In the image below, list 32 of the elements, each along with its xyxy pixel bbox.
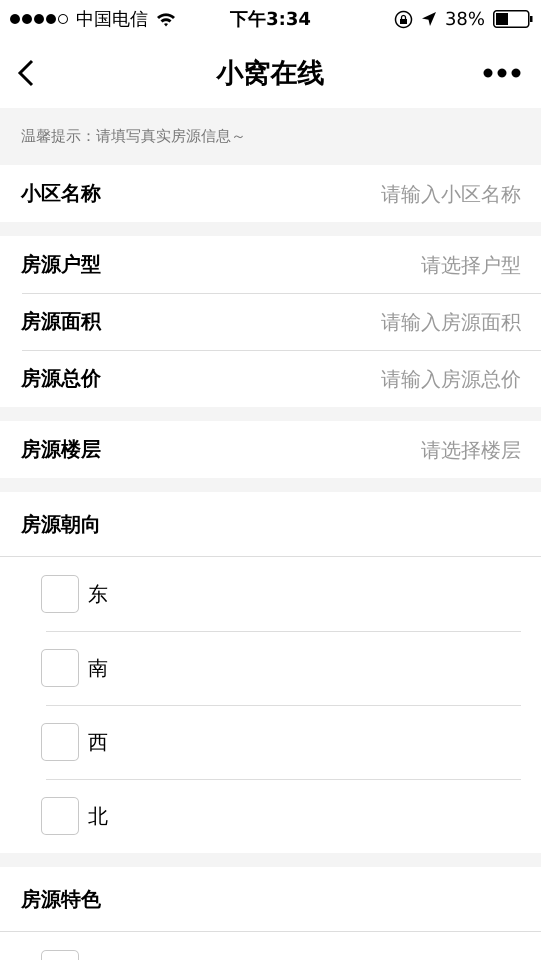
back-icon[interactable] — [18, 59, 34, 87]
signal-icon — [10, 14, 68, 24]
field-label: 房源总价 — [21, 365, 101, 392]
field-label: 房源楼层 — [21, 436, 101, 463]
page-title: 小窝在线 — [216, 57, 324, 91]
field-label: 房源户型 — [21, 251, 101, 278]
input-field[interactable]: 请输入房源总价 — [281, 366, 521, 390]
location-icon — [420, 11, 437, 27]
wifi-icon — [156, 12, 176, 26]
field-label: 房源面积 — [21, 308, 101, 335]
option-label: 北 — [88, 802, 108, 830]
option-label: 西 — [88, 728, 108, 756]
checkbox[interactable] — [41, 797, 79, 835]
tip-text: 温馨提示：请填写真实房源信息～ — [21, 127, 246, 146]
input-field[interactable]: 请输入小区名称 — [281, 182, 521, 206]
checkbox[interactable] — [41, 575, 79, 613]
battery-percent: 38% — [444, 8, 485, 30]
section-title: 房源特色 — [21, 886, 101, 912]
input-field[interactable]: 请输入房源面积 — [281, 310, 521, 334]
field-label: 小区名称 — [21, 180, 101, 207]
section-title: 房源朝向 — [21, 510, 101, 538]
carrier-name: 中国电信 — [76, 8, 148, 31]
option-label: 南 — [88, 654, 108, 682]
checkbox[interactable] — [41, 723, 79, 761]
input-field[interactable]: 请选择楼层 — [281, 438, 521, 462]
rotation-lock-icon — [394, 10, 413, 28]
battery-icon — [493, 10, 533, 28]
option-label: 东 — [88, 580, 108, 608]
input-field[interactable]: 请选择户型 — [281, 252, 521, 276]
status-time: 下午3:34 — [230, 8, 311, 31]
checkbox[interactable] — [41, 649, 79, 687]
more-icon[interactable] — [483, 68, 521, 78]
